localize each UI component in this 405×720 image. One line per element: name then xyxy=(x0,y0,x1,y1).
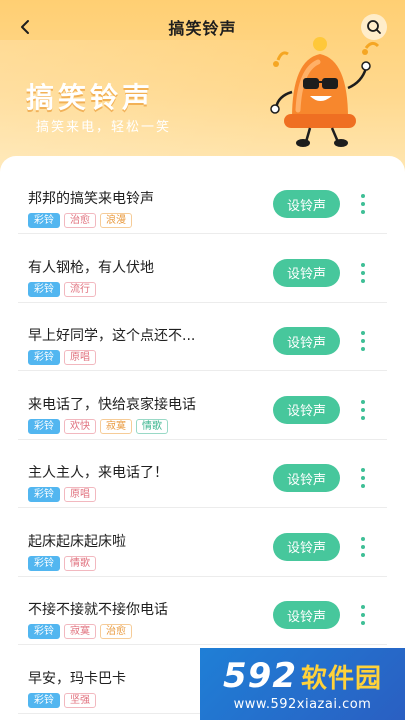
ringtone-tag: 彩铃 xyxy=(28,350,60,365)
dot-icon xyxy=(361,476,365,480)
ringtone-item[interactable]: 起床起床起床啦 彩铃 情歌 设铃声 xyxy=(18,509,387,577)
more-options-icon[interactable] xyxy=(356,466,370,490)
ringtone-item[interactable]: 来电话了，快给哀家接电话 彩铃 欢快 寂寞 情歌 设铃声 xyxy=(18,372,387,440)
watermark-text: 软件园 xyxy=(300,663,382,694)
back-button[interactable] xyxy=(12,14,38,40)
top-bar: 搞笑铃声 xyxy=(0,0,405,54)
ringtone-item[interactable]: 不接不接就不接你电话 彩铃 寂寞 治愈 设铃声 xyxy=(18,577,387,645)
watermark-logo: 592 软件园 xyxy=(223,656,382,696)
set-ringtone-button[interactable]: 设铃声 xyxy=(273,327,340,355)
ringtone-title: 邦邦的搞笑来电铃声 xyxy=(28,191,154,207)
ringtone-tag: 原唱 xyxy=(64,487,96,502)
dot-icon xyxy=(361,270,365,275)
dot-icon xyxy=(361,544,365,549)
dot-icon xyxy=(361,613,365,617)
ringtone-tag: 治愈 xyxy=(100,624,132,639)
watermark-number: 592 xyxy=(223,656,297,696)
ringtone-tags: 彩铃 流行 xyxy=(28,281,96,297)
dot-icon xyxy=(361,407,365,412)
dot-icon xyxy=(361,415,365,420)
ringtone-tag: 浪漫 xyxy=(100,213,132,228)
dot-icon xyxy=(361,347,365,351)
ringtone-tag: 彩铃 xyxy=(28,487,60,502)
ringtone-tags: 彩铃 寂寞 治愈 xyxy=(28,624,132,639)
page-title: 搞笑铃声 xyxy=(168,19,237,38)
dot-icon xyxy=(361,331,365,335)
more-options-icon[interactable] xyxy=(356,261,370,285)
ringtone-tag: 彩铃 xyxy=(28,213,60,228)
dot-icon xyxy=(361,262,365,267)
dot-icon xyxy=(361,536,365,541)
dot-icon xyxy=(361,202,365,206)
ringtone-tags: 彩铃 坚强 xyxy=(28,692,96,708)
ringtone-title: 起床起床起床啦 xyxy=(28,533,126,550)
dot-icon xyxy=(361,468,365,472)
ringtone-item[interactable]: 有人钢枪，有人伏地 彩铃 流行 设铃声 xyxy=(18,235,387,303)
ringtone-tag: 彩铃 xyxy=(28,624,60,639)
search-button[interactable] xyxy=(361,14,387,40)
ringtone-tag: 寂寞 xyxy=(100,418,132,434)
ringtone-tag: 原唱 xyxy=(64,350,96,365)
chevron-left-icon xyxy=(21,20,29,34)
ringtone-title: 有人钢枪，有人伏地 xyxy=(28,259,154,276)
ringtone-tag: 治愈 xyxy=(64,213,96,228)
dot-icon xyxy=(361,210,365,214)
ringtone-tags: 彩铃 原唱 xyxy=(28,487,96,502)
dot-icon xyxy=(361,552,365,557)
more-options-icon[interactable] xyxy=(356,192,370,216)
ringtone-tag: 彩铃 xyxy=(28,418,60,434)
ringtone-tag: 彩铃 xyxy=(28,555,60,571)
dot-icon xyxy=(361,605,365,609)
set-ringtone-button[interactable]: 设铃声 xyxy=(273,190,340,218)
set-ringtone-button[interactable]: 设铃声 xyxy=(273,258,340,287)
dot-icon xyxy=(361,339,365,343)
site-watermark: 592 软件园 www.592xiazai.com xyxy=(200,648,405,720)
dot-icon xyxy=(361,278,365,283)
dot-icon xyxy=(361,194,365,198)
set-ringtone-button[interactable]: 设铃声 xyxy=(273,464,340,492)
ringtone-title: 不接不接就不接你电话 xyxy=(28,602,168,618)
ringtone-tag: 流行 xyxy=(64,281,96,297)
ringtone-tags: 彩铃 原唱 xyxy=(28,350,96,365)
ringtone-title: 早安，玛卡巴卡 xyxy=(28,670,126,687)
ringtone-tag: 情歌 xyxy=(136,418,168,434)
ringtone-item[interactable]: 邦邦的搞笑来电铃声 彩铃 治愈 浪漫 设铃声 xyxy=(18,166,387,234)
more-options-icon[interactable] xyxy=(356,398,370,422)
more-options-icon[interactable] xyxy=(356,535,370,559)
more-options-icon[interactable] xyxy=(356,329,370,353)
search-icon xyxy=(367,20,381,34)
ringtone-title: 主人主人，来电话了！ xyxy=(28,465,168,481)
dot-icon xyxy=(361,621,365,625)
dot-icon xyxy=(361,399,365,404)
set-ringtone-button[interactable]: 设铃声 xyxy=(273,532,340,561)
set-ringtone-button[interactable]: 设铃声 xyxy=(273,601,340,629)
ringtone-item[interactable]: 主人主人，来电话了！ 彩铃 原唱 设铃声 xyxy=(18,440,387,508)
more-options-icon[interactable] xyxy=(356,603,370,627)
set-ringtone-button[interactable]: 设铃声 xyxy=(273,395,340,424)
ringtone-tag: 情歌 xyxy=(64,555,96,571)
banner-title: 搞笑铃声 xyxy=(26,81,155,114)
ringtone-tag: 寂寞 xyxy=(64,624,96,639)
ringtone-tags: 彩铃 情歌 xyxy=(28,555,96,571)
watermark-url: www.592xiazai.com xyxy=(233,697,372,712)
ringtone-tags: 彩铃 欢快 寂寞 情歌 xyxy=(28,418,168,434)
ringtone-item[interactable]: 早上好同学，这个点还不... 彩铃 原唱 设铃声 xyxy=(18,303,387,371)
ringtone-tag: 彩铃 xyxy=(28,692,60,708)
ringtone-tags: 彩铃 治愈 浪漫 xyxy=(28,213,132,228)
ringtone-tag: 欢快 xyxy=(64,418,96,434)
ringtone-title: 来电话了，快给哀家接电话 xyxy=(28,396,196,413)
ringtone-title: 早上好同学，这个点还不... xyxy=(28,328,196,344)
dot-icon xyxy=(361,484,365,488)
ringtone-tag: 坚强 xyxy=(64,692,96,708)
ringtone-tag: 彩铃 xyxy=(28,281,60,297)
banner-subtitle: 搞笑来电，轻松一笑 xyxy=(36,120,172,135)
